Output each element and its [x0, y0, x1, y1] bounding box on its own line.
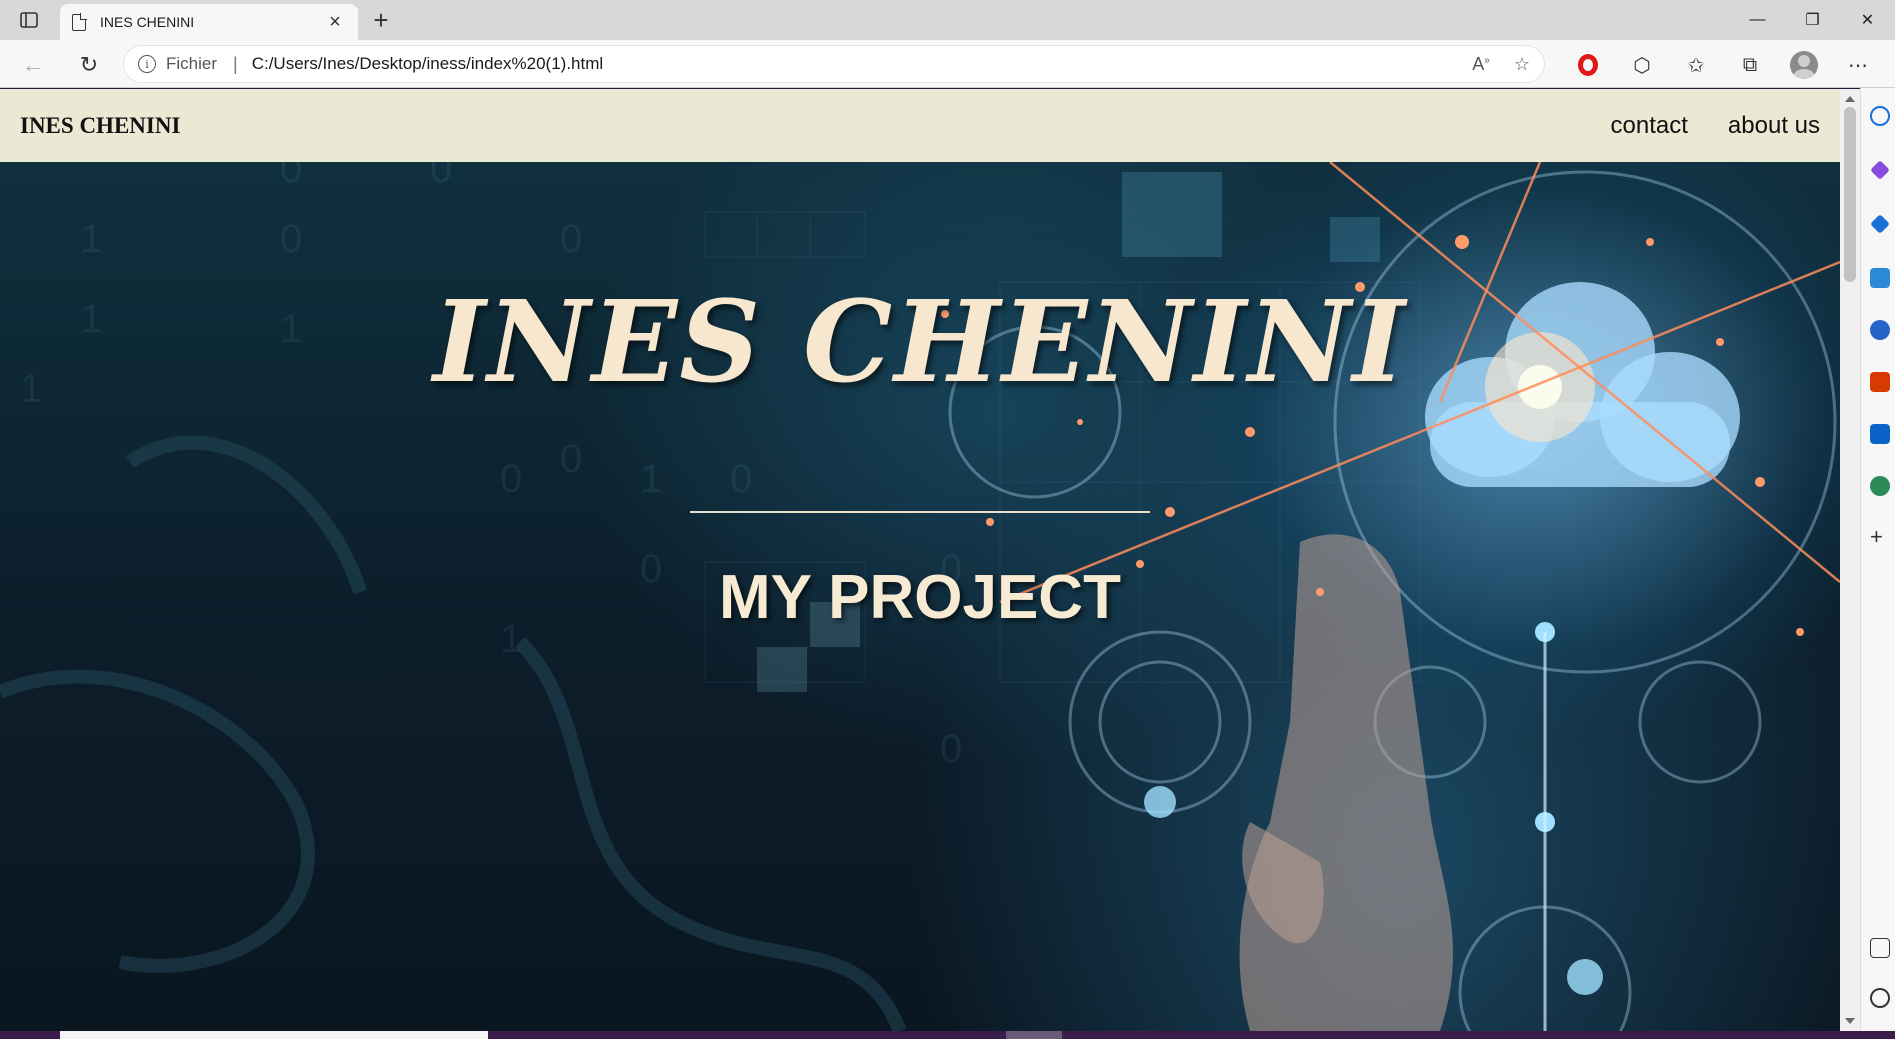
- svg-text:0: 0: [730, 457, 752, 501]
- restore-icon[interactable]: ❐: [1785, 0, 1840, 40]
- nav-link-contact[interactable]: contact: [1611, 112, 1688, 140]
- page-viewport: INES CHENINI contact about us 0 0 1 0 0 …: [0, 89, 1840, 1031]
- svg-text:0: 0: [940, 727, 962, 771]
- browser-tab-bar: INES CHENINI × + — ❐ ✕: [0, 0, 1895, 40]
- address-url[interactable]: C:/Users/Ines/Desktop/iness/index%20(1).…: [252, 54, 1473, 74]
- hero-subtitle: MY PROJECT: [719, 563, 1121, 632]
- hero-title: INES CHENINI: [433, 277, 1407, 408]
- more-menu-icon[interactable]: ⋯: [1840, 50, 1876, 80]
- tab-title: INES CHENINI: [100, 14, 195, 30]
- svg-text:0: 0: [560, 217, 582, 261]
- nav-link-about-us[interactable]: about us: [1728, 112, 1820, 140]
- taskbar-search-box[interactable]: [60, 1031, 488, 1039]
- svg-text:1: 1: [640, 457, 662, 501]
- edge-sidebar: +: [1860, 88, 1895, 1031]
- games-icon[interactable]: [1870, 476, 1890, 496]
- hide-sidebar-icon[interactable]: [1870, 938, 1890, 958]
- browser-toolbar: ← ↻ i Fichier | C:/Users/Ines/Desktop/in…: [0, 40, 1895, 88]
- collections-icon[interactable]: ⧉: [1732, 50, 1768, 80]
- window-controls: — ❐ ✕: [1730, 0, 1895, 40]
- svg-text:0: 0: [500, 457, 522, 501]
- tab-actions-icon[interactable]: [14, 8, 44, 32]
- reload-icon[interactable]: ↻: [74, 50, 104, 80]
- extensions-icon[interactable]: ⬡: [1624, 50, 1660, 80]
- add-sidebar-icon[interactable]: +: [1870, 526, 1890, 548]
- close-window-icon[interactable]: ✕: [1840, 0, 1895, 40]
- add-favorite-icon[interactable]: ☆: [1514, 54, 1530, 75]
- site-brand[interactable]: INES CHENINI: [20, 113, 1611, 139]
- svg-text:0: 0: [560, 437, 582, 481]
- taskbar-active-app[interactable]: [1006, 1031, 1062, 1039]
- settings-icon[interactable]: [1870, 988, 1890, 1008]
- copilot-icon[interactable]: [1870, 160, 1890, 180]
- page-scrollbar[interactable]: [1840, 89, 1860, 1031]
- office-icon[interactable]: [1870, 372, 1890, 392]
- svg-text:0: 0: [280, 162, 302, 191]
- outlook-icon[interactable]: [1870, 424, 1890, 444]
- scroll-up-icon[interactable]: [1845, 96, 1855, 102]
- address-scheme-label: Fichier: [166, 54, 218, 73]
- hero-divider: [690, 511, 1150, 513]
- back-icon[interactable]: ←: [18, 50, 48, 80]
- os-taskbar: [0, 1031, 1895, 1039]
- close-tab-icon[interactable]: ×: [324, 12, 346, 32]
- page-icon: [72, 12, 87, 31]
- people-icon[interactable]: [1870, 320, 1890, 340]
- svg-text:0: 0: [280, 217, 302, 261]
- address-separator: |: [233, 53, 238, 74]
- site-navbar: INES CHENINI contact about us: [0, 89, 1840, 162]
- read-aloud-icon[interactable]: A»: [1472, 54, 1490, 75]
- address-bar[interactable]: i Fichier | C:/Users/Ines/Desktop/iness/…: [124, 46, 1544, 82]
- search-icon[interactable]: [1870, 106, 1890, 126]
- tools-icon[interactable]: [1870, 268, 1890, 288]
- minimize-icon[interactable]: —: [1730, 0, 1785, 40]
- favorites-icon[interactable]: ✩: [1678, 50, 1714, 80]
- hero-section: 00 10 01 10 01 00 10 01 INES CHENINI MY …: [0, 162, 1840, 1031]
- scroll-down-icon[interactable]: [1845, 1018, 1855, 1024]
- nav-links: contact about us: [1611, 112, 1820, 140]
- svg-text:0: 0: [430, 162, 452, 191]
- shopping-icon[interactable]: [1870, 214, 1890, 234]
- scroll-thumb[interactable]: [1844, 107, 1856, 282]
- info-icon[interactable]: i: [138, 55, 156, 73]
- browser-tab[interactable]: INES CHENINI ×: [60, 4, 358, 40]
- opera-extension-icon[interactable]: [1570, 50, 1606, 80]
- new-tab-icon[interactable]: +: [366, 6, 396, 36]
- profile-avatar[interactable]: [1786, 50, 1822, 80]
- svg-text:1: 1: [80, 217, 102, 261]
